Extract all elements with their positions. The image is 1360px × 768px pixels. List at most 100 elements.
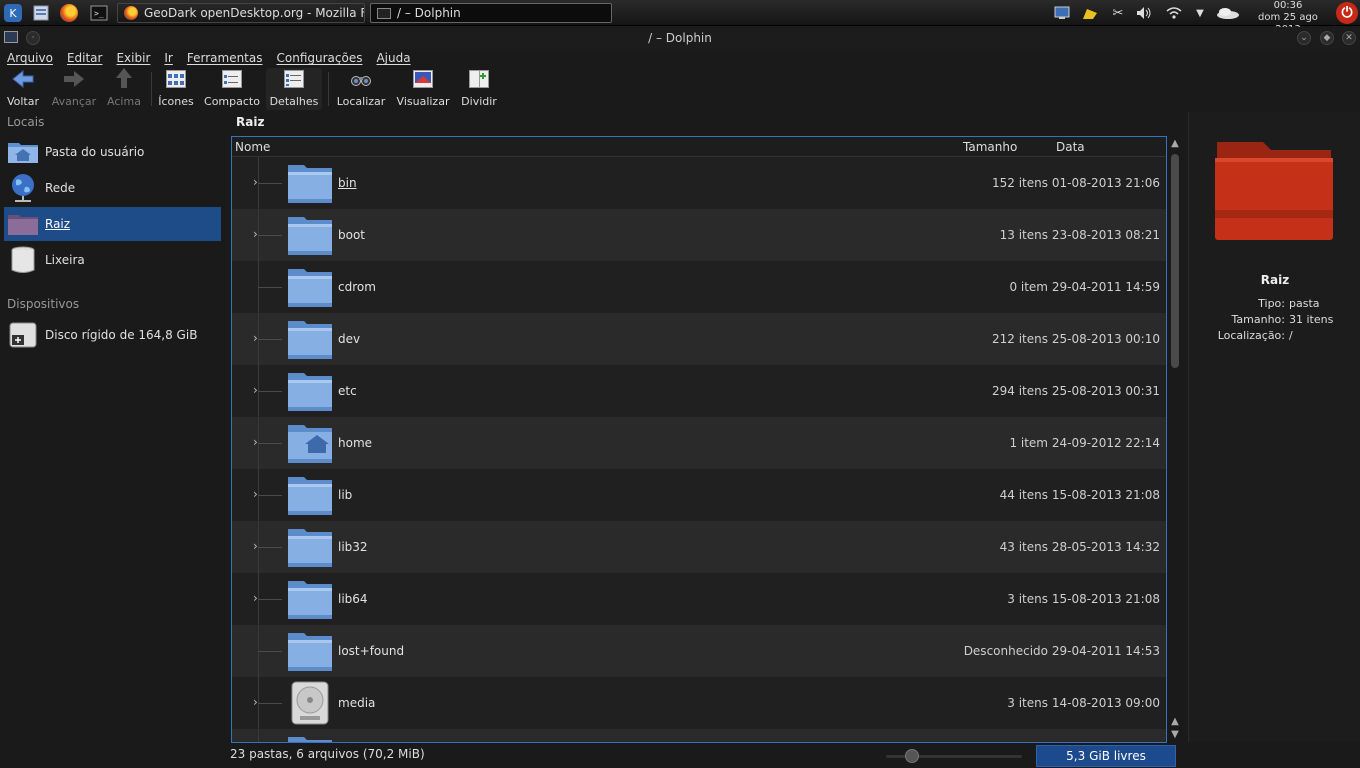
place-trash[interactable]: Lixeira (4, 243, 221, 277)
file-list-view[interactable]: Nome Tamanho Data › bin 152 itens 01-08-201… (231, 136, 1167, 743)
details-view-button[interactable]: Detalhes (266, 68, 322, 110)
column-size-header[interactable]: Tamanho (963, 140, 1017, 154)
firefox-launcher-icon[interactable] (57, 2, 81, 24)
file-date: 01-08-2013 21:06 (1051, 176, 1160, 190)
maximize-icon[interactable]: ◆ (1320, 31, 1334, 45)
folder-red-icon (1213, 138, 1335, 245)
place-home[interactable]: Pasta do usuário (4, 135, 221, 169)
menu-exibir[interactable]: Exibir (109, 49, 157, 67)
status-summary: 23 pastas, 6 arquivos (70,2 MiB) (230, 747, 425, 761)
place-network[interactable]: Rede (4, 171, 221, 205)
expand-chevron-icon[interactable]: › (253, 175, 258, 189)
terminal-launcher-icon[interactable]: >_ (87, 2, 111, 24)
expand-chevron-icon[interactable]: › (253, 539, 258, 553)
window-titlebar[interactable]: · / – Dolphin ⌄ ◆ ✕ (0, 27, 1360, 49)
power-icon[interactable]: ⏻ (1336, 2, 1358, 24)
file-list-scrollbar[interactable]: ▲ ▲ ▼ (1168, 138, 1182, 742)
file-date: 29-04-2011 14:59 (1051, 280, 1160, 294)
file-row[interactable]: › etc 294 itens 25-08-2013 00:31 (232, 365, 1166, 417)
file-row[interactable]: › lib 44 itens 15-08-2013 21:08 (232, 469, 1166, 521)
task-firefox[interactable]: GeoDark openDesktop.org - Mozilla Fi (117, 3, 365, 23)
expand-chevron-icon[interactable]: › (253, 695, 258, 709)
minimize-icon[interactable]: ⌄ (1297, 31, 1311, 45)
chevron-down-icon[interactable]: ▼ (1190, 3, 1210, 23)
expand-chevron-icon[interactable]: › (253, 383, 258, 397)
place-hard-disk[interactable]: Disco rígido de 164,8 GiB (4, 318, 221, 352)
folder-icon (286, 525, 334, 569)
folder-red-icon (7, 208, 39, 240)
file-date: 25-08-2013 00:10 (1051, 332, 1160, 346)
expand-chevron-icon[interactable]: › (253, 331, 258, 345)
file-name: cdrom (338, 280, 376, 294)
icons-view-button[interactable]: Ícones (156, 68, 196, 110)
network-tray-icon[interactable] (1164, 3, 1184, 23)
menu-arquivo[interactable]: Arquivo (0, 49, 60, 67)
menu-ferramentas[interactable]: Ferramentas (180, 49, 270, 67)
file-row[interactable]: lost+found Desconhecido 29-04-2011 14:53 (232, 625, 1166, 677)
breadcrumb[interactable]: Raiz (236, 115, 264, 129)
file-size: 152 itens (992, 176, 1048, 190)
file-row[interactable]: › media 3 itens 14-08-2013 09:00 (232, 677, 1166, 729)
places-title: Locais (7, 115, 45, 129)
clipboard-tray-icon[interactable] (1080, 3, 1100, 23)
expand-chevron-icon[interactable]: › (253, 227, 258, 241)
free-space-indicator[interactable]: 5,3 GiB livres (1036, 745, 1176, 767)
zoom-slider-handle[interactable] (905, 749, 919, 763)
menu-editar[interactable]: Editar (60, 49, 110, 67)
kde-menu-icon[interactable]: K (1, 2, 25, 24)
tree-line (258, 729, 259, 742)
scroll-up-icon[interactable]: ▲ (1168, 716, 1182, 727)
file-row[interactable]: › lib32 43 itens 28-05-2013 14:32 (232, 521, 1166, 573)
scissors-tray-icon[interactable]: ✂ (1108, 3, 1128, 23)
file-name: etc (338, 384, 357, 398)
expand-chevron-icon[interactable]: › (253, 591, 258, 605)
close-icon[interactable]: ✕ (1342, 31, 1356, 45)
info-name: Raiz (1260, 273, 1290, 287)
globe-icon (7, 172, 39, 204)
up-button[interactable]: Acima (104, 68, 144, 110)
task-label: GeoDark openDesktop.org - Mozilla Fi (144, 6, 365, 20)
file-manager-launcher-icon[interactable] (29, 2, 53, 24)
information-panel: Raiz Tipo: pasta Tamanho: 31 itens Localiz… (1188, 112, 1360, 742)
folder-home-icon (7, 136, 39, 168)
file-row[interactable]: › boot 13 itens 23-08-2013 08:21 (232, 209, 1166, 261)
file-row[interactable]: › dev 212 itens 25-08-2013 00:10 (232, 313, 1166, 365)
file-row[interactable]: cdrom 0 item 29-04-2011 14:59 (232, 261, 1166, 313)
compact-view-label: Compacto (204, 95, 260, 108)
scroll-up-icon[interactable]: ▲ (1168, 138, 1182, 149)
column-name-header[interactable]: Nome (235, 140, 270, 154)
forward-button[interactable]: Avançar (50, 68, 98, 110)
tree-branch (258, 235, 282, 236)
back-button[interactable]: Voltar (3, 68, 43, 110)
file-row-partial[interactable] (232, 729, 1166, 742)
info-location-value: / (1289, 329, 1293, 342)
place-label: Lixeira (45, 253, 85, 267)
scroll-down-icon[interactable]: ▼ (1168, 729, 1182, 740)
details-view-icon (283, 68, 305, 89)
place-root[interactable]: Raiz (4, 207, 221, 241)
weather-tray-icon[interactable] (1214, 3, 1242, 23)
split-button[interactable]: Dividir (459, 68, 499, 110)
file-name: dev (338, 332, 361, 346)
preview-button[interactable]: Visualizar (396, 68, 450, 110)
file-row[interactable]: › home 1 item 24-09-2012 22:14 (232, 417, 1166, 469)
file-name: lib64 (338, 592, 368, 606)
display-tray-icon[interactable] (1052, 3, 1072, 23)
file-name: lost+found (338, 644, 405, 658)
volume-tray-icon[interactable] (1134, 3, 1154, 23)
expand-chevron-icon[interactable]: › (253, 435, 258, 449)
compact-view-button[interactable]: Compacto (204, 68, 260, 110)
file-row[interactable]: › lib64 3 itens 15-08-2013 21:08 (232, 573, 1166, 625)
scroll-thumb[interactable] (1171, 154, 1179, 368)
menu-ir[interactable]: Ir (157, 49, 179, 67)
folder-icon (286, 161, 334, 205)
tree-branch (258, 339, 282, 340)
column-date-header[interactable]: Data (1056, 140, 1085, 154)
expand-chevron-icon[interactable]: › (253, 487, 258, 501)
menu-configuracoes[interactable]: Configurações (270, 49, 370, 67)
firefox-icon (124, 6, 138, 20)
file-row[interactable]: › bin 152 itens 01-08-2013 21:06 (232, 157, 1166, 209)
find-button[interactable]: Localizar (336, 68, 386, 110)
menu-ajuda[interactable]: Ajuda (369, 49, 417, 67)
task-dolphin[interactable]: / – Dolphin (370, 3, 612, 23)
